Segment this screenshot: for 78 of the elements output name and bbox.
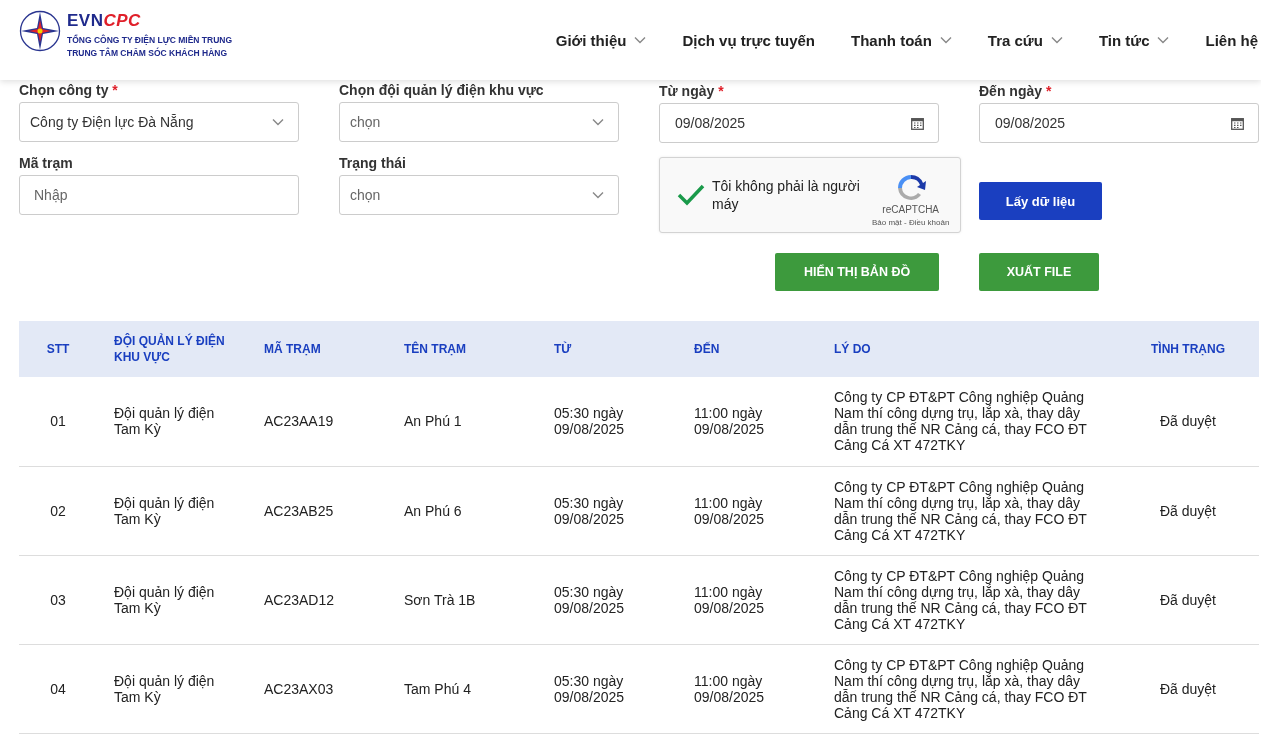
table-cell: Đã duyệt bbox=[1117, 377, 1259, 466]
table-cell: 05:30 ngày 09/08/2025 bbox=[537, 644, 677, 733]
column-header: TÊN TRẠM bbox=[387, 321, 537, 377]
table-cell: 11:00 ngày 09/08/2025 bbox=[677, 377, 817, 466]
table-cell: Công ty CP ĐT&PT Công nghiệp Quảng Nam thí công dựng trụ, lắp xà, thay dây dẫn trung thế NR Cảng cá, thay FCO ĐT Cảng Cá XT 472TKY bbox=[817, 644, 1117, 733]
nav-menu-item[interactable]: Thanh toán bbox=[851, 31, 952, 49]
brand-subtitle: TỔNG CÔNG TY ĐIỆN LỰC MIỀN TRUNG bbox=[67, 34, 233, 47]
chevron-down-icon bbox=[272, 118, 284, 126]
brand-subtitle: TRUNG TÂM CHĂM SÓC KHÁCH HÀNG bbox=[67, 47, 229, 60]
export-file-button[interactable]: XUẤT FILE bbox=[979, 253, 1099, 291]
fetch-data-button[interactable]: Lấy dữ liệu bbox=[979, 182, 1102, 220]
nav-menu-item[interactable]: Liên hệ bbox=[1205, 31, 1258, 49]
captcha-widget[interactable]: Tôi không phải là người máy reCAPTCHA Bảo mật - Điều khoản bbox=[659, 157, 961, 233]
select-field[interactable]: Công ty Điện lực Đà Nẵng bbox=[19, 102, 299, 142]
table-cell: 05:30 ngày 09/08/2025 bbox=[537, 466, 677, 555]
captcha-links[interactable]: Bảo mật - Điều khoản bbox=[872, 217, 950, 227]
required-mark: * bbox=[1045, 83, 1052, 99]
column-header: STT bbox=[19, 321, 97, 377]
table-cell: 11:00 ngày 09/08/2025 bbox=[677, 644, 817, 733]
select-field[interactable]: chọn bbox=[339, 175, 619, 215]
captcha-label: Tôi không phải là người máy bbox=[712, 177, 861, 213]
date-field[interactable]: 09/08/2025 bbox=[979, 103, 1259, 143]
chevron-down-icon bbox=[592, 191, 604, 199]
table-cell: Đã duyệt bbox=[1117, 555, 1259, 644]
field-label: Mã trạm bbox=[19, 155, 73, 171]
show-map-button[interactable]: HIỂN THỊ BẢN ĐỒ bbox=[775, 253, 939, 291]
required-mark: * bbox=[718, 83, 724, 99]
select-field[interactable]: chọn bbox=[339, 102, 619, 142]
field-label: Chọn công ty bbox=[19, 82, 109, 98]
table-cell: 11:00 ngày 09/08/2025 bbox=[677, 466, 817, 555]
date-field[interactable]: 09/08/2025 bbox=[659, 103, 939, 143]
table-cell: Đã duyệt bbox=[1117, 644, 1259, 733]
table-cell: 02 bbox=[19, 466, 97, 555]
table-cell: AC23AA19 bbox=[247, 377, 387, 466]
nav-menu-item[interactable]: Giới thiệu bbox=[555, 31, 647, 49]
field-label: Từ ngày bbox=[659, 83, 715, 99]
chevron-down-icon bbox=[592, 118, 604, 126]
column-header: MÃ TRẠM bbox=[247, 321, 387, 377]
table-cell: AC23AB25 bbox=[247, 466, 387, 555]
table-cell: AC23AD12 bbox=[247, 555, 387, 644]
column-header: ĐẾN bbox=[677, 321, 817, 377]
column-header: LÝ DO bbox=[817, 321, 1117, 377]
column-header: TỪ bbox=[537, 321, 677, 377]
table-cell: Đã duyệt bbox=[1117, 466, 1259, 555]
table-cell: Đội quản lý điện Tam Kỳ bbox=[97, 644, 247, 733]
field-label: Đến ngày bbox=[979, 83, 1042, 99]
table-cell: 01 bbox=[19, 377, 97, 466]
calendar-icon bbox=[1231, 116, 1244, 130]
table-cell: Công ty CP ĐT&PT Công nghiệp Quảng Nam thí công dựng trụ, lắp xà, thay dây dẫn trung thế NR Cảng cá, thay FCO ĐT Cảng Cá XT 472TKY bbox=[817, 555, 1117, 644]
captcha-brand: reCAPTCHA bbox=[882, 203, 940, 215]
field-label: Trạng thái bbox=[339, 155, 406, 171]
input-field[interactable]: Nhập bbox=[19, 175, 299, 215]
table-cell: An Phú 1 bbox=[387, 377, 537, 466]
table-cell: Tam Phú 4 bbox=[387, 644, 537, 733]
table-cell: Công ty CP ĐT&PT Công nghiệp Quảng Nam thí công dựng trụ, lắp xà, thay dây dẫn trung thế NR Cảng cá, thay FCO ĐT Cảng Cá XT 472TKY bbox=[817, 466, 1117, 555]
table-cell: 03 bbox=[19, 555, 97, 644]
table-cell: Đội quản lý điện Tam Kỳ bbox=[97, 377, 247, 466]
table-cell: AC23AX03 bbox=[247, 644, 387, 733]
field-label: Chọn đội quản lý điện khu vực bbox=[339, 82, 544, 98]
table-cell: Sơn Trà 1B bbox=[387, 555, 537, 644]
nav-menu-item[interactable]: Tra cứu bbox=[987, 31, 1063, 49]
star-logo-icon bbox=[19, 10, 61, 52]
nav-menu-item[interactable]: Tin tức bbox=[1098, 31, 1170, 49]
column-header: ĐỘI QUẢN LÝ ĐIỆN KHU VỰC bbox=[97, 321, 247, 377]
table-cell: 04 bbox=[19, 644, 97, 733]
table-cell: Công ty CP ĐT&PT Công nghiệp Quảng Nam thí công dựng trụ, lắp xà, thay dây dẫn trung thế NR Cảng cá, thay FCO ĐT Cảng Cá XT 472TKY bbox=[817, 377, 1117, 466]
table-cell: 05:30 ngày 09/08/2025 bbox=[537, 377, 677, 466]
required-mark: * bbox=[112, 82, 118, 98]
checkmark-icon[interactable] bbox=[676, 183, 706, 207]
table-cell: 11:00 ngày 09/08/2025 bbox=[677, 555, 817, 644]
table-cell: 05:30 ngày 09/08/2025 bbox=[537, 555, 677, 644]
table-cell: Đội quản lý điện Tam Kỳ bbox=[97, 466, 247, 555]
table-cell: Đội quản lý điện Tam Kỳ bbox=[97, 555, 247, 644]
table-cell: An Phú 6 bbox=[387, 466, 537, 555]
calendar-icon bbox=[911, 116, 924, 130]
nav-menu-item[interactable]: Dịch vụ trực tuyến bbox=[682, 31, 815, 49]
column-header: TÌNH TRẠNG bbox=[1117, 321, 1259, 377]
brand-logo-text: EVNCPC bbox=[67, 10, 142, 32]
